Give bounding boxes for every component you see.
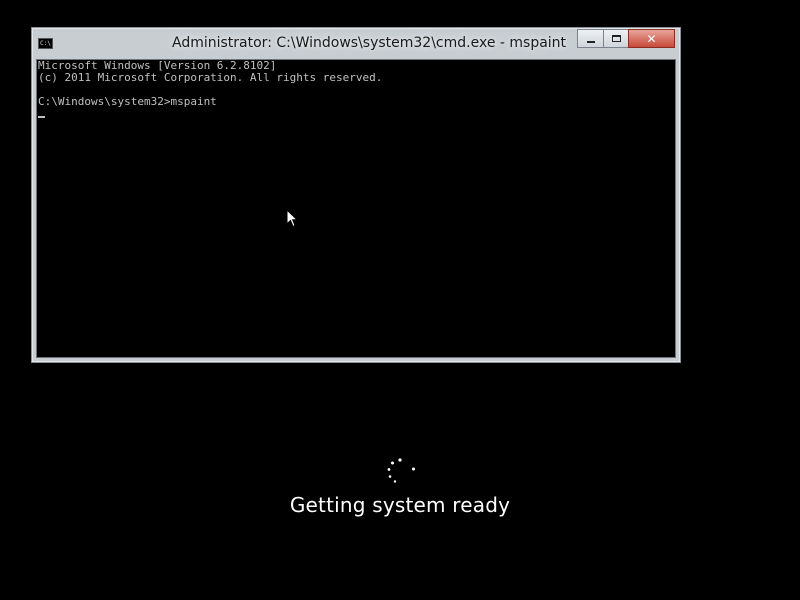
cmd-icon[interactable]: C:\. — [38, 38, 53, 49]
loading-dots-icon — [387, 458, 415, 483]
status-message: Getting system ready — [289, 493, 511, 517]
desktop-screen: C:\. Administrator: C:\Windows\system32\… — [0, 0, 800, 600]
console-line: C:\Windows\system32>mspaint — [38, 95, 217, 108]
caption-buttons: ✕ — [577, 29, 675, 48]
window-title: Administrator: C:\Windows\system32\cmd.e… — [172, 35, 567, 51]
maximize-button[interactable] — [603, 29, 628, 48]
mouse-pointer-icon — [286, 209, 298, 228]
minimize-button[interactable] — [577, 29, 603, 48]
console-cursor-line — [38, 108, 675, 120]
maximize-icon — [611, 35, 621, 42]
title-bar[interactable]: C:\. Administrator: C:\Windows\system32\… — [32, 28, 680, 58]
close-icon: ✕ — [646, 31, 657, 46]
console-line: (c) 2011 Microsoft Corporation. All righ… — [38, 71, 383, 84]
close-button[interactable]: ✕ — [628, 29, 675, 48]
minimize-icon — [586, 40, 595, 43]
console-output[interactable]: Microsoft Windows [Version 6.2.8102] (c)… — [36, 59, 676, 358]
text-cursor — [38, 116, 45, 118]
cmd-window[interactable]: C:\. Administrator: C:\Windows\system32\… — [31, 27, 681, 363]
